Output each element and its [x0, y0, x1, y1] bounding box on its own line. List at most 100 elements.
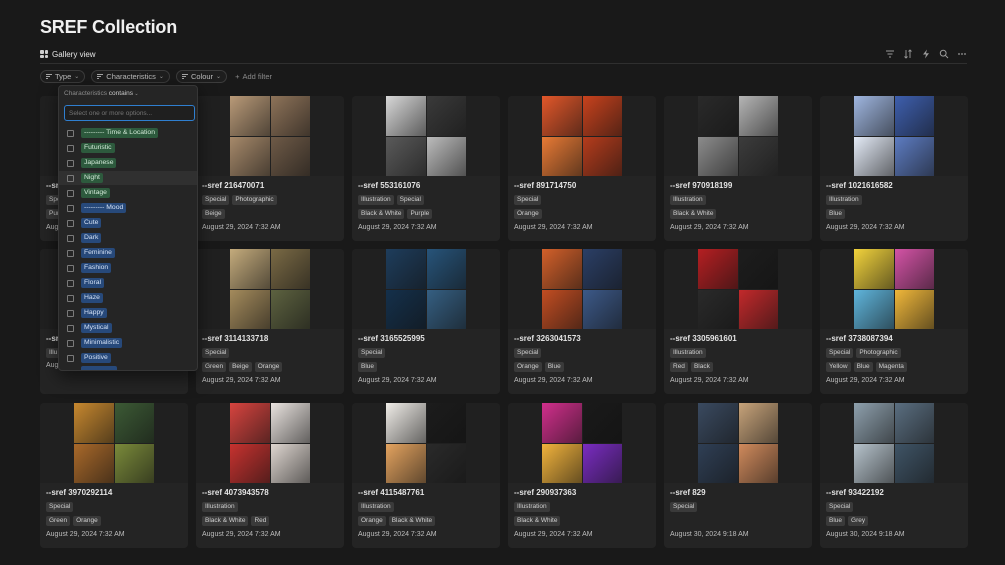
- gallery-card[interactable]: --sref 3305961601 Illustration Red Black Aug…: [664, 249, 812, 394]
- image-tile: [582, 403, 622, 443]
- option-label: Night: [81, 173, 103, 183]
- card-title: --sref 3305961601: [670, 334, 737, 343]
- option-row[interactable]: --------- Time & Location: [59, 126, 197, 140]
- card-cover-image: [854, 403, 934, 483]
- filter-chip-colour[interactable]: Colour ⌄: [175, 70, 228, 83]
- tag-badge: Special: [358, 348, 386, 358]
- option-checkbox[interactable]: [67, 279, 74, 287]
- option-row[interactable]: Vintage: [59, 186, 197, 200]
- tag-badge: Orange: [73, 516, 101, 526]
- gallery-card[interactable]: --sref 4073943578 Illustration Black & Whi…: [196, 403, 344, 548]
- option-row[interactable]: Night: [59, 171, 197, 185]
- option-checkbox[interactable]: [67, 144, 74, 152]
- gallery-card[interactable]: --sref 3970292114 Special Green Orange Augus…: [40, 403, 188, 548]
- option-checkbox[interactable]: [67, 204, 74, 212]
- tag-badge: Green: [202, 362, 227, 372]
- option-row[interactable]: Japanese: [59, 156, 197, 170]
- option-row[interactable]: Dark: [59, 231, 197, 245]
- card-cover-image: [230, 403, 310, 483]
- view-tab-gallery[interactable]: Gallery view: [40, 50, 96, 59]
- image-tile: [698, 443, 738, 483]
- gallery-card[interactable]: --sref 216470071 Special Photographic Beige…: [196, 96, 344, 241]
- gallery-card[interactable]: --sref 3114133718 Special Green Beige Orange…: [196, 249, 344, 394]
- gallery-card[interactable]: --sref 93422192 Special Blue Grey August 30,…: [820, 403, 968, 548]
- option-checkbox[interactable]: [67, 324, 74, 332]
- option-checkbox[interactable]: [67, 174, 74, 182]
- gallery-card[interactable]: --sref 4115487761 Illustration Orange Black…: [352, 403, 500, 548]
- gallery-card[interactable]: --sref 553161076 Illustration Special Black…: [352, 96, 500, 241]
- image-tile: [582, 96, 622, 136]
- more-options-icon[interactable]: [957, 49, 967, 59]
- card-date: August 29, 2024 7:32 AM: [358, 531, 437, 538]
- automation-bolt-icon[interactable]: [921, 49, 931, 59]
- filter-icon[interactable]: [885, 49, 895, 59]
- tag-badge: Special: [514, 348, 542, 358]
- tag-badge: Blue: [826, 516, 846, 526]
- option-row[interactable]: Floral: [59, 276, 197, 290]
- option-checkbox[interactable]: [67, 234, 74, 242]
- add-filter-button[interactable]: + Add filter: [233, 72, 272, 81]
- option-checkbox[interactable]: [67, 189, 74, 197]
- card-cover-image: [386, 249, 466, 329]
- option-row[interactable]: Haze: [59, 291, 197, 305]
- gallery-card[interactable]: --sref 891714750 Special Orange August 29, …: [508, 96, 656, 241]
- option-row[interactable]: Mystical: [59, 321, 197, 335]
- image-tile: [582, 136, 622, 176]
- filter-chip-type[interactable]: Type ⌄: [40, 70, 86, 83]
- tag-badge: Blue: [544, 362, 564, 372]
- sort-icon[interactable]: [903, 49, 913, 59]
- option-checkbox[interactable]: [67, 354, 74, 362]
- option-checkbox[interactable]: [67, 249, 74, 257]
- card-date: Aug: [46, 224, 59, 231]
- gallery-card[interactable]: --sref 1021616582 Illustration Blue August …: [820, 96, 968, 241]
- gallery-card[interactable]: --sref 970918199 Illustration Black & Whit…: [664, 96, 812, 241]
- list-filter-icon: [46, 74, 52, 79]
- tag-badge: Black & White: [202, 516, 249, 526]
- option-row[interactable]: Feminine: [59, 246, 197, 260]
- card-colour-tags: Green Orange: [46, 516, 101, 526]
- gallery-card[interactable]: --sref 3165525995 Special Blue August 29, 2…: [352, 249, 500, 394]
- view-actions: [885, 49, 967, 59]
- image-tile: [738, 96, 778, 136]
- option-row[interactable]: --------- Mood: [59, 201, 197, 215]
- option-row[interactable]: Minimalistic: [59, 336, 197, 350]
- gallery-card[interactable]: --sref 3738087394 Special Photographic Yell…: [820, 249, 968, 394]
- option-row[interactable]: Fashion: [59, 261, 197, 275]
- chevron-down-icon: ⌄: [74, 74, 80, 80]
- image-tile: [230, 136, 270, 176]
- option-row[interactable]: Happy: [59, 306, 197, 320]
- card-date: August 29, 2024 7:32 AM: [670, 224, 749, 231]
- gallery-card[interactable]: --sref 3263041573 Special Orange Blue August…: [508, 249, 656, 394]
- tag-badge: Photographic: [232, 195, 277, 205]
- option-checkbox[interactable]: [67, 339, 74, 347]
- option-row[interactable]: Futuristic: [59, 141, 197, 155]
- option-checkbox[interactable]: [67, 219, 74, 227]
- card-type-tags: Illustration: [514, 502, 550, 512]
- image-tile: [698, 289, 738, 329]
- option-label: Positive: [81, 353, 111, 363]
- tag-badge: Purple: [407, 209, 433, 219]
- option-checkbox[interactable]: [67, 159, 74, 167]
- image-tile: [114, 403, 154, 443]
- image-tile: [230, 403, 270, 443]
- dropdown-operator[interactable]: contains: [109, 90, 133, 97]
- gallery-card[interactable]: --sref 290937363 Illustration Black & Whit…: [508, 403, 656, 548]
- card-type-tags: Special: [514, 348, 542, 358]
- option-row[interactable]: Positive: [59, 351, 197, 365]
- option-search-input[interactable]: [64, 105, 195, 121]
- option-checkbox[interactable]: [67, 309, 74, 317]
- card-type-tags: Illustration: [358, 502, 394, 512]
- filter-chip-characteristics[interactable]: Characteristics ⌄: [91, 70, 170, 83]
- image-tile: [230, 249, 270, 289]
- card-type-tags: Special Photographic: [826, 348, 901, 358]
- option-row[interactable]: Cute: [59, 216, 197, 230]
- option-checkbox[interactable]: [67, 294, 74, 302]
- card-cover-image: [386, 403, 466, 483]
- option-checkbox[interactable]: [67, 264, 74, 272]
- card-cover: [196, 403, 344, 483]
- gallery-card[interactable]: --sref 829 Special August 30, 2024 9:18 AM: [664, 403, 812, 548]
- search-icon[interactable]: [939, 49, 949, 59]
- card-date: August 29, 2024 7:32 AM: [514, 531, 593, 538]
- option-checkbox[interactable]: [67, 129, 74, 137]
- image-tile: [426, 443, 466, 483]
